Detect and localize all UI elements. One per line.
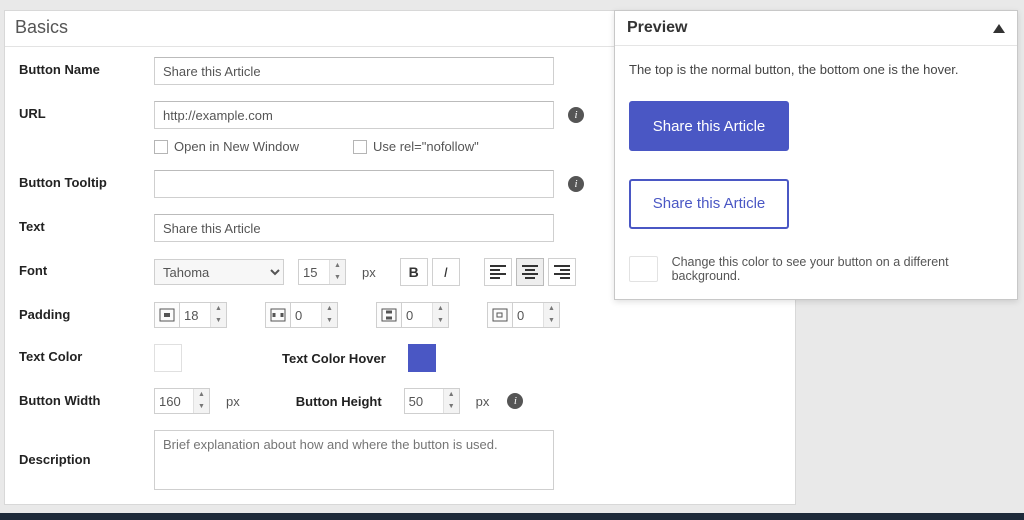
unit-px: px <box>226 394 240 409</box>
checkbox-icon <box>154 140 168 154</box>
text-color-swatch[interactable] <box>154 344 182 372</box>
padding-all-input[interactable] <box>180 303 210 327</box>
label-padding: Padding <box>19 302 154 322</box>
info-icon[interactable]: i <box>568 107 584 123</box>
font-family-select[interactable]: Tahoma <box>154 259 284 285</box>
background-note: Change this color to see your button on … <box>672 255 1003 283</box>
font-size-stepper[interactable]: ▲▼ <box>298 259 346 285</box>
nofollow-checkbox[interactable]: Use rel="nofollow" <box>353 139 479 154</box>
chevron-up-icon[interactable]: ▲ <box>544 303 559 315</box>
padding-h-input[interactable] <box>291 303 321 327</box>
label-url: URL <box>19 101 154 121</box>
chevron-up-icon[interactable]: ▲ <box>330 260 345 272</box>
text-color-hover-swatch[interactable] <box>408 344 436 372</box>
collapse-icon[interactable] <box>993 24 1005 33</box>
chevron-up-icon[interactable]: ▲ <box>211 303 226 315</box>
button-name-input[interactable] <box>154 57 554 85</box>
preview-title: Preview <box>627 19 687 37</box>
checkbox-icon <box>353 140 367 154</box>
label-button-width: Button Width <box>19 388 154 408</box>
height-input[interactable] <box>405 389 443 413</box>
padding-vertical-icon <box>376 302 402 328</box>
padding-corner-icon <box>487 302 513 328</box>
chevron-up-icon[interactable]: ▲ <box>444 389 459 401</box>
chevron-up-icon[interactable]: ▲ <box>322 303 337 315</box>
label-button-name: Button Name <box>19 57 154 77</box>
padding-c-stepper[interactable]: ▲▼ <box>513 302 560 328</box>
label-text: Text <box>19 214 154 234</box>
padding-horizontal-icon <box>265 302 291 328</box>
chevron-up-icon[interactable]: ▲ <box>194 389 209 401</box>
align-center-button[interactable] <box>516 258 544 286</box>
padding-v-input[interactable] <box>402 303 432 327</box>
width-input[interactable] <box>155 389 193 413</box>
info-icon[interactable]: i <box>568 176 584 192</box>
label-description: Description <box>19 430 154 467</box>
italic-button[interactable]: I <box>432 258 460 286</box>
description-textarea[interactable] <box>154 430 554 490</box>
unit-px: px <box>362 265 376 280</box>
url-input[interactable] <box>154 101 554 129</box>
new-window-label: Open in New Window <box>174 139 299 154</box>
align-right-button[interactable] <box>548 258 576 286</box>
padding-all-icon <box>154 302 180 328</box>
label-text-color-hover: Text Color Hover <box>282 351 386 366</box>
height-stepper[interactable]: ▲▼ <box>404 388 460 414</box>
chevron-down-icon[interactable]: ▼ <box>544 315 559 327</box>
info-icon[interactable]: i <box>507 393 523 409</box>
text-input[interactable] <box>154 214 554 242</box>
padding-all-stepper[interactable]: ▲▼ <box>180 302 227 328</box>
chevron-down-icon[interactable]: ▼ <box>322 315 337 327</box>
preview-button-hover[interactable]: Share this Article <box>629 179 789 229</box>
label-button-height: Button Height <box>296 394 382 409</box>
padding-h-stepper[interactable]: ▲▼ <box>291 302 338 328</box>
padding-c-input[interactable] <box>513 303 543 327</box>
chevron-down-icon[interactable]: ▼ <box>211 315 226 327</box>
chevron-up-icon[interactable]: ▲ <box>433 303 448 315</box>
preview-note: The top is the normal button, the bottom… <box>629 62 1003 77</box>
width-stepper[interactable]: ▲▼ <box>154 388 210 414</box>
tooltip-input[interactable] <box>154 170 554 198</box>
font-size-input[interactable] <box>299 260 329 284</box>
nofollow-label: Use rel="nofollow" <box>373 139 479 154</box>
background-color-swatch[interactable] <box>629 256 658 282</box>
label-tooltip: Button Tooltip <box>19 170 154 190</box>
padding-v-stepper[interactable]: ▲▼ <box>402 302 449 328</box>
preview-button-normal[interactable]: Share this Article <box>629 101 789 151</box>
bold-button[interactable]: B <box>400 258 428 286</box>
chevron-down-icon[interactable]: ▼ <box>194 401 209 413</box>
chevron-down-icon[interactable]: ▼ <box>433 315 448 327</box>
align-left-button[interactable] <box>484 258 512 286</box>
chevron-down-icon[interactable]: ▼ <box>444 401 459 413</box>
new-window-checkbox[interactable]: Open in New Window <box>154 139 299 154</box>
preview-panel: Preview The top is the normal button, th… <box>614 10 1018 300</box>
unit-px: px <box>476 394 490 409</box>
label-font: Font <box>19 258 154 278</box>
label-text-color: Text Color <box>19 344 154 364</box>
chevron-down-icon[interactable]: ▼ <box>330 272 345 284</box>
